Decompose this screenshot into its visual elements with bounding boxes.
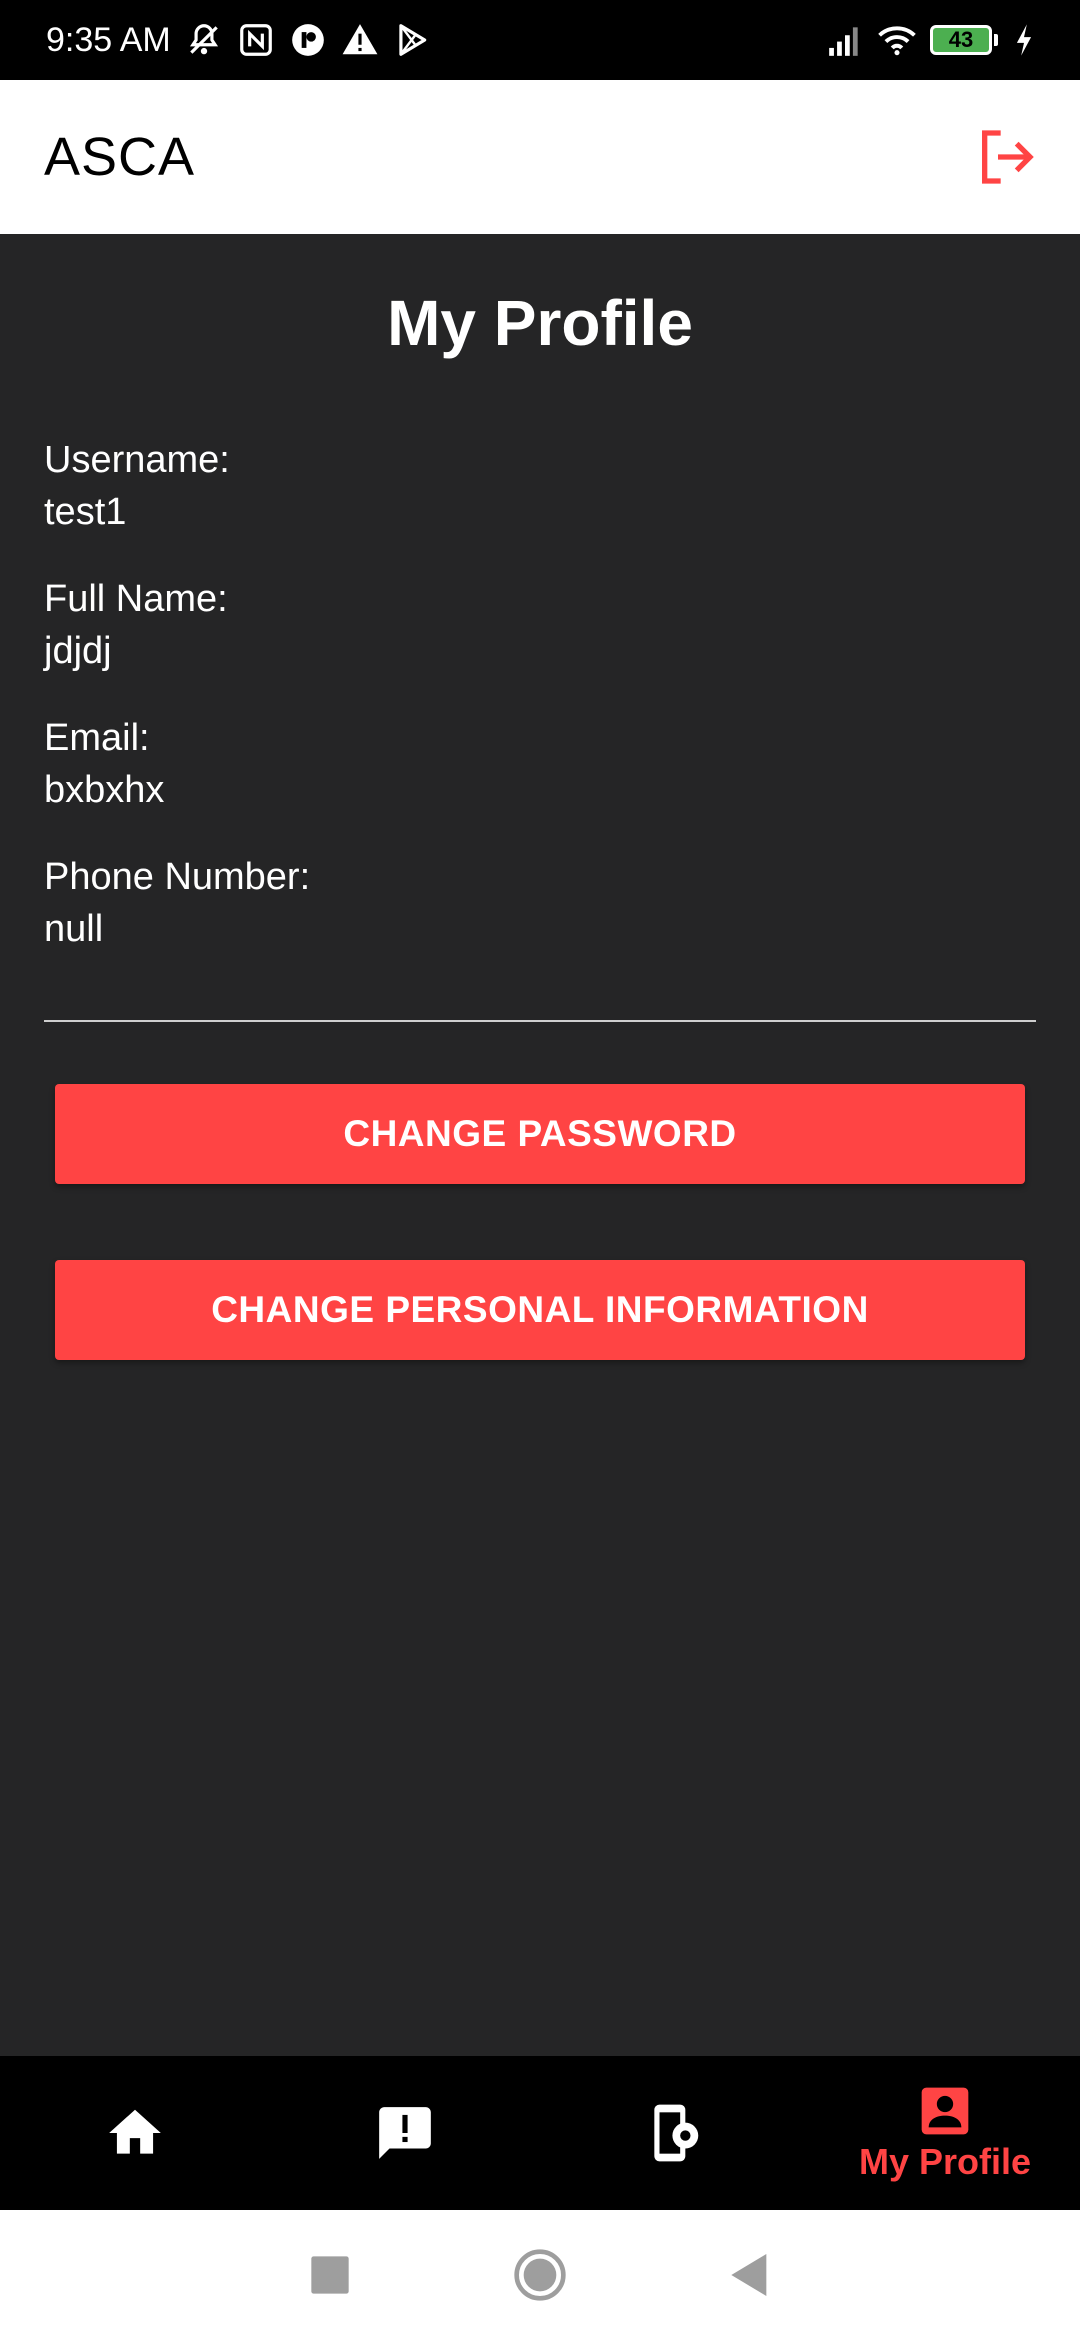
report-icon — [379, 2107, 431, 2159]
full-name-label: Full Name: — [44, 578, 228, 620]
divider — [44, 1020, 1036, 1022]
logout-button[interactable] — [970, 121, 1042, 193]
charging-icon — [1012, 21, 1036, 59]
recents-button[interactable] — [300, 2245, 360, 2305]
full-name-field: Full Name: jdjdj — [44, 573, 228, 677]
username-field: Username: test1 — [44, 434, 230, 538]
status-bar: 9:35 AM 43 — [0, 0, 1080, 80]
phone-number-label: Phone Number: — [44, 856, 311, 898]
email-label: Email: — [44, 717, 150, 759]
nav-item-device-settings[interactable] — [540, 2056, 810, 2210]
bottom-navigation: My Profile — [0, 2056, 1080, 2210]
username-label: Username: — [44, 439, 230, 481]
full-name-value: jdjdj — [44, 630, 112, 672]
profile-content: My Profile Username: test1 Full Name: jd… — [0, 234, 1080, 2056]
app-notification-icon — [289, 21, 327, 59]
play-store-icon — [393, 21, 431, 59]
device-settings-icon — [654, 2104, 699, 2162]
warning-icon — [341, 21, 379, 59]
app-title: ASCA — [44, 127, 196, 187]
page-title: My Profile — [387, 287, 693, 359]
nfc-icon — [237, 21, 275, 59]
nav-label-my-profile: My Profile — [858, 2141, 1032, 2182]
system-navigation-bar — [0, 2210, 1080, 2340]
logout-icon — [982, 130, 1034, 184]
email-field: Email: bxbxhx — [44, 712, 164, 816]
phone-number-value: null — [44, 908, 104, 950]
home-system-button[interactable] — [510, 2245, 570, 2305]
email-value: bxbxhx — [44, 769, 165, 811]
home-icon — [109, 2109, 161, 2154]
recents-icon — [311, 2256, 349, 2294]
home-circle-icon — [514, 2249, 566, 2301]
signal-icon — [826, 21, 864, 59]
wifi-icon — [878, 21, 916, 59]
nav-item-home[interactable] — [0, 2056, 270, 2210]
change-password-button[interactable]: CHANGE PASSWORD — [55, 1084, 1025, 1184]
battery-icon: 43 — [930, 25, 998, 55]
back-button[interactable] — [720, 2245, 780, 2305]
back-icon — [731, 2254, 767, 2296]
phone-number-field: Phone Number: null — [44, 851, 310, 955]
profile-icon — [921, 2087, 969, 2135]
status-time: 9:35 AM — [46, 20, 171, 59]
nav-item-my-profile[interactable]: My Profile — [810, 2056, 1080, 2210]
app-bar: ASCA — [0, 80, 1080, 234]
mute-bell-icon — [185, 21, 223, 59]
username-value: test1 — [44, 491, 127, 533]
battery-level: 43 — [930, 25, 992, 55]
change-personal-information-button[interactable]: CHANGE PERSONAL INFORMATION — [55, 1260, 1025, 1360]
nav-item-report[interactable] — [270, 2056, 540, 2210]
